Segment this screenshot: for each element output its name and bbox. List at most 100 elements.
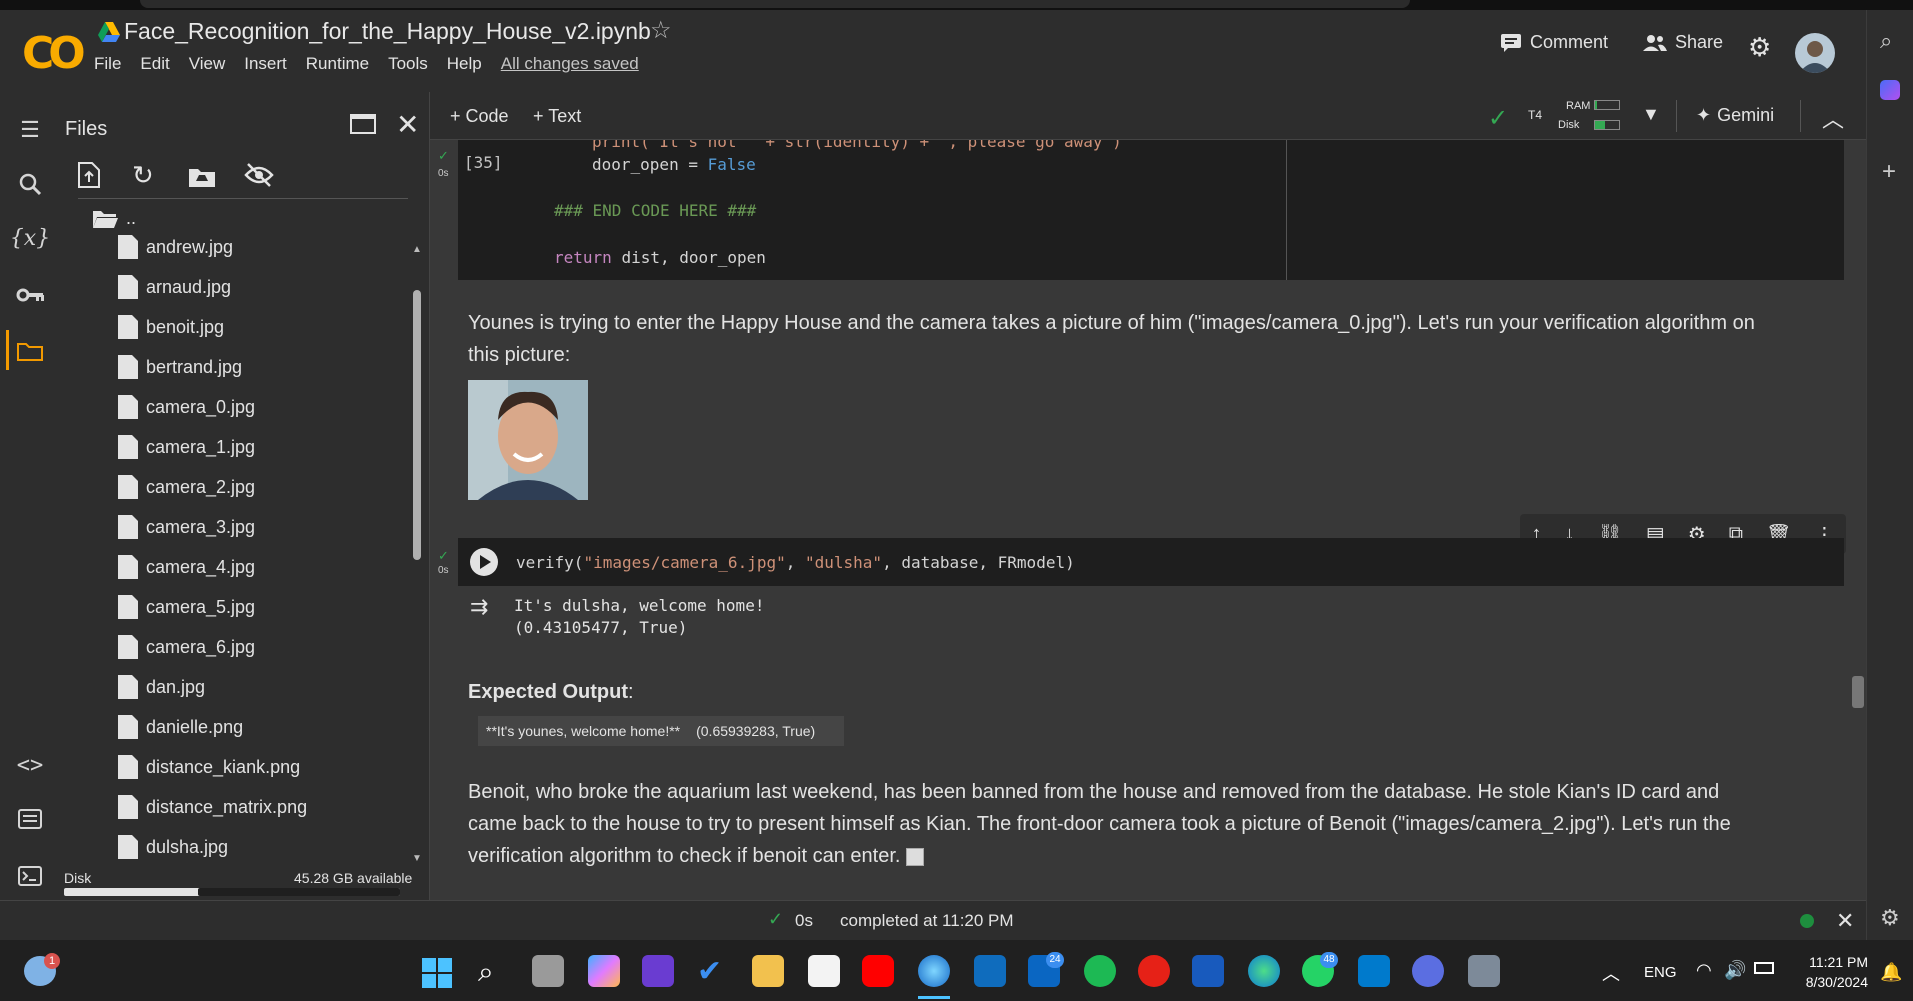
file-row[interactable]: dulsha.jpg <box>118 835 228 859</box>
parent-folder-row[interactable]: .. <box>92 208 136 229</box>
command-palette-icon[interactable] <box>14 803 46 835</box>
file-row[interactable]: bertrand.jpg <box>118 355 242 379</box>
windows-start-icon[interactable] <box>422 958 452 988</box>
menu-runtime[interactable]: Runtime <box>306 54 369 74</box>
upload-file-icon[interactable] <box>78 162 100 193</box>
file-explorer-icon[interactable] <box>752 955 784 987</box>
comment-button[interactable]: Comment <box>1500 32 1608 53</box>
youtube-icon[interactable] <box>862 955 894 987</box>
file-row[interactable]: benoit.jpg <box>118 315 224 339</box>
wifi-icon[interactable]: ◠ <box>1696 960 1712 981</box>
file-row[interactable]: dan.jpg <box>118 675 205 699</box>
cell-runtime: 0s <box>438 168 449 179</box>
open-in-tab-icon[interactable] <box>350 114 376 134</box>
save-status-link[interactable]: All changes saved <box>501 54 639 74</box>
star-icon[interactable]: ☆ <box>650 16 672 45</box>
tray-chevron-up-icon[interactable]: ︿ <box>1602 960 1620 986</box>
file-row[interactable]: camera_2.jpg <box>118 475 255 499</box>
copilot-app-icon[interactable] <box>588 955 620 987</box>
file-row[interactable]: arnaud.jpg <box>118 275 231 299</box>
settings-gear-icon[interactable]: ⚙ <box>1748 32 1771 63</box>
search-icon[interactable]: ⌕ <box>1880 28 1892 54</box>
menu-edit[interactable]: Edit <box>140 54 169 74</box>
close-status-icon[interactable]: ✕ <box>1836 908 1854 934</box>
copilot-icon[interactable] <box>1880 80 1900 100</box>
variables-icon[interactable]: {x} <box>10 222 50 254</box>
runtime-dropdown-icon[interactable]: ▼ <box>1642 104 1660 125</box>
menu-view[interactable]: View <box>189 54 226 74</box>
colab-logo[interactable]: CO <box>22 28 86 79</box>
comment-icon <box>1501 33 1521 52</box>
camera-app-icon[interactable] <box>1468 955 1500 987</box>
code-snippets-icon[interactable]: <> <box>14 749 46 781</box>
task-view-icon[interactable] <box>532 955 564 987</box>
menu-help[interactable]: Help <box>447 54 482 74</box>
clock-date[interactable]: 8/30/2024 <box>1794 974 1868 990</box>
file-row[interactable]: camera_1.jpg <box>118 435 255 459</box>
clock-time[interactable]: 11:21 PM <box>1800 954 1868 970</box>
word-icon[interactable] <box>1192 955 1224 987</box>
volume-icon[interactable]: 🔊 <box>1724 960 1746 981</box>
file-row[interactable]: camera_6.jpg <box>118 635 255 659</box>
secrets-key-icon[interactable] <box>14 279 46 311</box>
search-icon[interactable] <box>14 168 46 200</box>
mount-drive-icon[interactable] <box>188 166 216 193</box>
google-drive-icon[interactable] <box>98 22 120 42</box>
todo-check-icon[interactable]: ✔ <box>697 954 722 989</box>
code-comment: ### END CODE HERE ### <box>554 201 757 220</box>
folder-icon[interactable] <box>14 335 46 367</box>
ram-label: RAM <box>1566 100 1591 112</box>
file-row[interactable]: distance_matrix.png <box>118 795 307 819</box>
search-icon[interactable]: ⌕ <box>478 956 494 989</box>
spotify-icon[interactable] <box>1084 955 1116 987</box>
runtime-type[interactable]: T4 <box>1528 108 1542 122</box>
toc-icon[interactable]: ☰ <box>14 114 46 146</box>
file-row[interactable]: camera_4.jpg <box>118 555 255 579</box>
settings-icon[interactable]: ⚙ <box>1880 905 1900 931</box>
notebook-title[interactable]: Face_Recognition_for_the_Happy_House_v2.… <box>124 18 651 45</box>
add-code-cell-button[interactable]: + Code <box>450 106 509 127</box>
add-icon[interactable]: + <box>1882 158 1896 186</box>
file-row[interactable]: danielle.png <box>118 715 243 739</box>
edge-dev-icon[interactable] <box>1248 955 1280 987</box>
menu-insert[interactable]: Insert <box>244 54 287 74</box>
code-cell-1[interactable]: print("It's not " + str(identity) + ", p… <box>458 140 1844 280</box>
user-avatar[interactable] <box>1795 33 1835 73</box>
collapse-chevron-up-icon[interactable]: ︿ <box>1822 102 1844 134</box>
files-scrollbar[interactable]: ▲ ▼ <box>410 244 424 864</box>
add-text-cell-button[interactable]: + Text <box>533 106 581 127</box>
close-icon[interactable]: ✕ <box>396 108 419 141</box>
code-cell-2[interactable]: verify("images/camera_6.jpg", "dulsha", … <box>458 538 1844 586</box>
run-cell-play-icon[interactable] <box>470 548 498 576</box>
battery-icon[interactable] <box>1754 962 1774 974</box>
intellij-icon[interactable] <box>642 955 674 987</box>
edge-browser-icon[interactable] <box>918 955 950 987</box>
file-row[interactable]: camera_3.jpg <box>118 515 255 539</box>
outlook-icon[interactable] <box>974 955 1006 987</box>
file-row[interactable]: camera_5.jpg <box>118 595 255 619</box>
cell-runtime: 0s <box>438 565 449 576</box>
gemini-button[interactable]: ✦ Gemini <box>1696 105 1774 126</box>
hide-files-eye-icon[interactable] <box>244 162 274 193</box>
expected-cell-1: **It's younes, welcome home!** <box>486 723 681 739</box>
file-name: camera_2.jpg <box>146 476 256 497</box>
file-row[interactable]: andrew.jpg <box>118 235 233 259</box>
run-success-check-icon: ✓ <box>438 148 449 163</box>
file-row[interactable]: camera_0.jpg <box>118 395 255 419</box>
media-player-icon[interactable] <box>1138 955 1170 987</box>
notification-bell-icon[interactable]: 🔔 <box>1880 962 1902 983</box>
menu-tools[interactable]: Tools <box>388 54 428 74</box>
output-actions-icon[interactable]: ⇉ <box>470 594 488 620</box>
refresh-icon[interactable]: ↻ <box>132 160 154 191</box>
language-indicator[interactable]: ENG <box>1644 964 1677 981</box>
ms-store-icon[interactable] <box>808 955 840 987</box>
file-row[interactable]: distance_kiank.png <box>118 755 300 779</box>
menu-file[interactable]: File <box>94 54 121 74</box>
vscode-icon[interactable] <box>1358 955 1390 987</box>
share-button[interactable]: Share <box>1643 32 1723 53</box>
terminal-icon[interactable] <box>14 860 46 892</box>
notebook-scrollbar-thumb[interactable] <box>1852 676 1864 708</box>
linkedin-badge: 24 <box>1046 952 1064 968</box>
settings-app-icon[interactable] <box>1412 955 1444 987</box>
file-icon <box>118 395 138 419</box>
